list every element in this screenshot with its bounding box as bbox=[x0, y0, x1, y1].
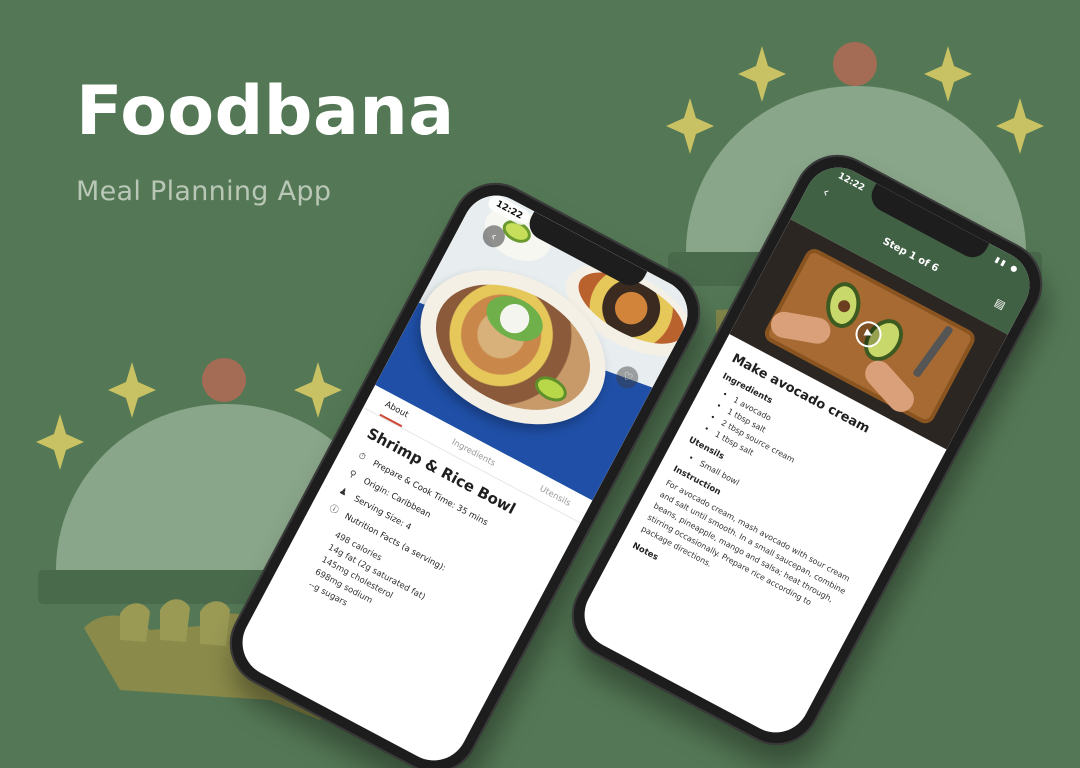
heart-icon: ♡ bbox=[620, 368, 635, 385]
chevron-left-icon: ‹ bbox=[488, 228, 500, 244]
location-pin-icon: ⚲ bbox=[347, 468, 358, 481]
timer-icon: ⏱ bbox=[356, 451, 368, 464]
people-icon: ♟ bbox=[337, 486, 349, 499]
arrow-left-icon: ‹ bbox=[819, 184, 833, 202]
back-button[interactable]: ‹ bbox=[820, 184, 832, 201]
app-title: Foodbana bbox=[76, 72, 455, 151]
play-icon: ▶ bbox=[862, 327, 875, 341]
app-subtitle: Meal Planning App bbox=[76, 176, 332, 207]
info-icon: ⓘ bbox=[327, 503, 340, 517]
